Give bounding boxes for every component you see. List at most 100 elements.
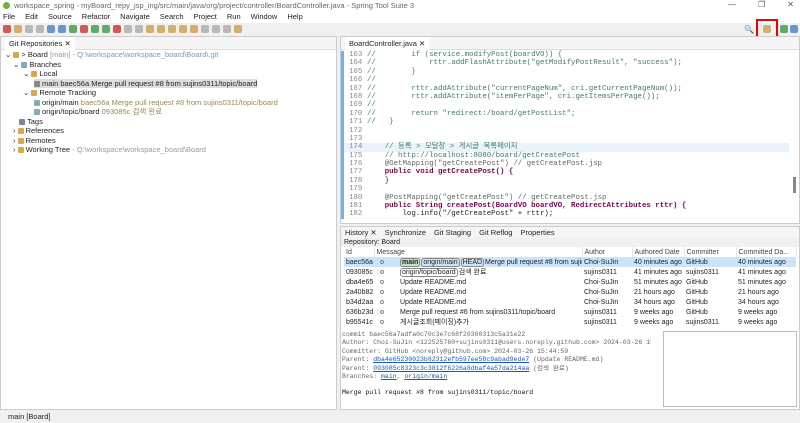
- graph-node-icon: [380, 270, 384, 274]
- tree-remote-tracking[interactable]: ⌄ Remote Tracking: [1, 88, 336, 98]
- external-tools-icon[interactable]: [113, 25, 121, 33]
- window-controls: — ❐ ✕: [728, 0, 794, 9]
- tree-branch-main[interactable]: main baec56a Merge pull request #8 from …: [34, 78, 258, 88]
- commit-author: sujins0311: [582, 267, 632, 277]
- line-number: 168: [349, 92, 363, 101]
- terminal-icon[interactable]: [47, 25, 55, 33]
- menu-project[interactable]: Project: [194, 11, 217, 23]
- tree-tags[interactable]: Tags: [1, 117, 336, 127]
- authored-date-text: 21 hours ago: [634, 288, 675, 296]
- refresh-icon[interactable]: [80, 25, 88, 33]
- tab-history[interactable]: History ✕: [345, 227, 377, 238]
- parent-label: Parent:: [342, 364, 374, 372]
- open-type-icon[interactable]: [146, 25, 154, 33]
- stop-icon[interactable]: [124, 25, 132, 33]
- build-icon[interactable]: [69, 25, 77, 33]
- minimize-button[interactable]: —: [728, 0, 736, 9]
- tree-working-tree[interactable]: › Working Tree - Q:\workspace\workspace_…: [1, 145, 336, 155]
- forward-icon[interactable]: [234, 25, 242, 33]
- authored-date: 21 hours ago: [632, 287, 684, 297]
- code-line: 181 public String createPost(BoardVO boa…: [341, 202, 789, 211]
- menu-search[interactable]: Search: [160, 11, 184, 23]
- tab-git-repositories[interactable]: Git Repositories ✕: [5, 37, 75, 50]
- close-button[interactable]: ✕: [787, 0, 794, 9]
- open-folder-icon[interactable]: [157, 25, 165, 33]
- vertical-scrollbar[interactable]: [793, 177, 796, 193]
- column-message[interactable]: Message: [374, 247, 583, 257]
- maximize-button[interactable]: ❐: [758, 0, 765, 9]
- commit-id-text: dba4e65: [346, 278, 374, 286]
- menu-source[interactable]: Source: [48, 11, 72, 23]
- save-all-icon[interactable]: [36, 25, 44, 33]
- menu-run[interactable]: Run: [227, 11, 241, 23]
- tab-boardcontroller-java[interactable]: BoardController.java ✕: [345, 37, 430, 50]
- column-id[interactable]: Id: [344, 247, 375, 257]
- tree-repo-board[interactable]: ⌄ > Board [main] - Q:\workspace\workspac…: [1, 50, 336, 60]
- search-icon[interactable]: 🔍: [744, 25, 754, 34]
- branch-link[interactable]: origin/main: [404, 373, 447, 380]
- menu-help[interactable]: Help: [287, 11, 302, 23]
- menu-refactor[interactable]: Refactor: [82, 11, 110, 23]
- toolbar-icon[interactable]: [135, 25, 143, 33]
- toolbar-icon[interactable]: [58, 25, 66, 33]
- menu-edit[interactable]: Edit: [25, 11, 38, 23]
- toolbar-icon[interactable]: [190, 25, 198, 33]
- toolbar-icon[interactable]: [168, 25, 176, 33]
- menu-navigate[interactable]: Navigate: [120, 11, 150, 23]
- committer: sujins0311: [684, 267, 736, 277]
- code-text: // }: [367, 67, 416, 76]
- tab-synchronize[interactable]: Synchronize: [385, 227, 426, 238]
- commit-author-text: Choi-SuJin: [584, 298, 619, 306]
- authored-date: 40 minutes ago: [632, 257, 684, 267]
- column-authored-date[interactable]: Authored Date: [632, 247, 685, 257]
- code-text: public String createPost(BoardVO boardVO…: [367, 202, 687, 211]
- debug-icon[interactable]: [91, 25, 99, 33]
- code-line: 179: [341, 185, 789, 194]
- column-committed-date[interactable]: Committed Da...: [736, 247, 797, 257]
- tab-git-staging[interactable]: Git Staging: [434, 227, 471, 238]
- parent-link[interactable]: 093085c8323c3c3812f6226a8dbaf4a57da214aa: [373, 365, 529, 372]
- line-number: 180: [349, 193, 363, 202]
- commit-message: origin/topic/board 검색 완료: [374, 267, 582, 277]
- commit-row[interactable]: baec56a main origin/main HEAD Merge pull req…: [344, 257, 796, 267]
- commit-row[interactable]: dba4e65 Update README.md Choi-SuJin 51 minu…: [344, 277, 796, 287]
- java-perspective-icon[interactable]: [790, 25, 798, 33]
- column-author[interactable]: Author: [582, 247, 633, 257]
- tab-git-reflog[interactable]: Git Reflog: [479, 227, 512, 238]
- graph-node-icon: [380, 279, 384, 284]
- code-area[interactable]: 163 // if (service.modifyPost(boardVO)) {…: [341, 51, 789, 219]
- commit-row[interactable]: b34d2aa Update README.md Choi-SuJin 34 hour…: [344, 297, 796, 307]
- committer: GitHub: [684, 277, 736, 287]
- pencil-icon[interactable]: [179, 25, 187, 33]
- tree-remotes[interactable]: › Remotes: [1, 136, 336, 146]
- tree-references[interactable]: › References: [1, 126, 336, 136]
- tree-branches[interactable]: ⌄ Branches: [1, 60, 336, 70]
- tree-branch-origin-main[interactable]: origin/main baec56a Merge pull request #…: [1, 98, 336, 108]
- code-editor: BoardController.java ✕ 163 // if (service…: [340, 36, 800, 224]
- column-committer[interactable]: Committer: [684, 247, 737, 257]
- history-view: History ✕ Synchronize Git Staging Git Re…: [340, 226, 800, 410]
- toolbar-icon[interactable]: [201, 25, 209, 33]
- commit-committer: Committer: GitHub <noreply@github.com> 2…: [342, 347, 569, 355]
- toolbar-icon[interactable]: [3, 25, 11, 33]
- save-icon[interactable]: [25, 25, 33, 33]
- working-tree-path: - Q:\workspace\workspace_board\Board: [72, 145, 206, 154]
- back-icon[interactable]: [223, 25, 231, 33]
- tab-properties[interactable]: Properties: [520, 227, 554, 238]
- file-list-pane[interactable]: [663, 331, 797, 407]
- new-icon[interactable]: [14, 25, 22, 33]
- commit-row[interactable]: 636b23d Merge pull request #6 from sujins…: [344, 307, 796, 317]
- run-icon[interactable]: [102, 25, 110, 33]
- menu-file[interactable]: File: [3, 11, 15, 23]
- commit-row[interactable]: 2a40b82 Update README.md Choi-SuJin 21 hour…: [344, 287, 796, 297]
- tree-local[interactable]: ⌄ Local: [1, 69, 336, 79]
- commit-row[interactable]: b95541c 게시글조회(페이징)추가 sujins0311 9 weeks ago…: [344, 317, 796, 327]
- commit-row[interactable]: 093085c origin/topic/board 검색 완료 sujins0311…: [344, 267, 796, 277]
- tree-branch-origin-topic[interactable]: origin/topic/board 093085c 검색 완료: [1, 107, 336, 117]
- parent-link[interactable]: dba4e65230023b82312efb597ee58c9abad9ede7: [373, 356, 529, 363]
- menu-window[interactable]: Window: [251, 11, 278, 23]
- toolbar-icon[interactable]: [212, 25, 220, 33]
- branch-link[interactable]: main: [381, 373, 397, 380]
- git-perspective-icon[interactable]: [780, 25, 788, 33]
- commit-table: Id Message Author Authored Date Committe…: [344, 247, 797, 327]
